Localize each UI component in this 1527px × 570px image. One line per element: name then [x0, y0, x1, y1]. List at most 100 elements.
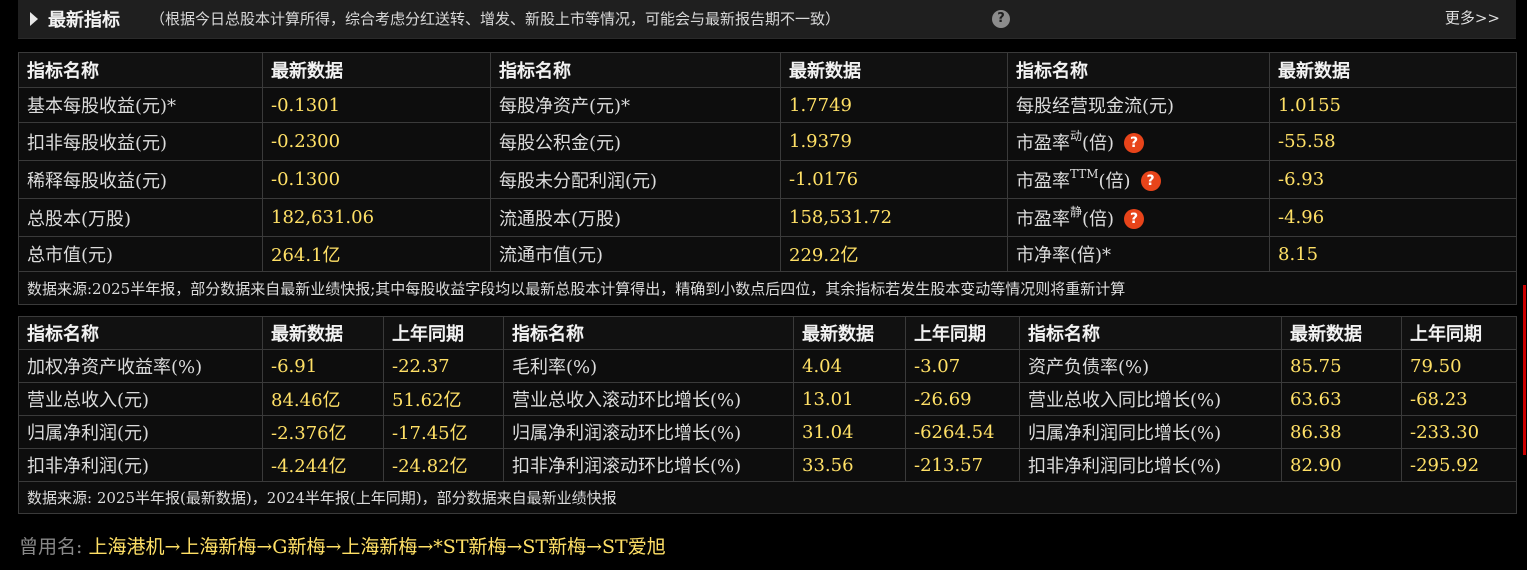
indicator-name: 归属净利润(元) [18, 415, 263, 449]
indicator-value: 182,631.06 [262, 198, 491, 237]
column-header: 指标名称 [18, 52, 263, 88]
column-header: 上年同期 [383, 316, 504, 350]
pe-label-superscript: 动 [1070, 128, 1083, 143]
column-header: 最新数据 [793, 316, 906, 350]
indicator-name: 流通市值(元) [490, 236, 781, 272]
latest-value: 86.38 [1281, 415, 1402, 449]
table-header-row: 指标名称 最新数据 上年同期 指标名称 最新数据 上年同期 指标名称 最新数据 上年同期 [18, 316, 1517, 350]
indicator-value: -6.93 [1269, 160, 1517, 199]
latest-value: 85.75 [1281, 349, 1402, 383]
indicator-name: 每股净资产(元)* [490, 87, 781, 123]
indicator-name: 扣非净利润(元) [18, 448, 263, 482]
section-title: 最新指标 [48, 10, 120, 31]
latest-value: 82.90 [1281, 448, 1402, 482]
indicator-value: -0.2300 [262, 122, 491, 161]
indicator-name: 资产负债率(%) [1019, 349, 1282, 383]
table-header-row: 指标名称 最新数据 指标名称 最新数据 指标名称 最新数据 [18, 52, 1517, 88]
column-header: 指标名称 [503, 316, 794, 350]
column-header: 最新数据 [1269, 52, 1517, 88]
prior-year-value: 51.62亿 [383, 382, 504, 416]
pe-label-unit: (倍) [1098, 170, 1131, 192]
table-row: 加权净资产收益率(%) -6.91 -22.37 毛利率(%) 4.04 -3.07 资产负… [18, 349, 1517, 383]
indicator-name: 流通股本(万股) [490, 198, 781, 237]
latest-value: 63.63 [1281, 382, 1402, 416]
latest-value: 13.01 [793, 382, 906, 416]
help-icon[interactable]: ? [1124, 208, 1145, 229]
indicator-name: 每股公积金(元) [490, 122, 781, 161]
prior-year-value: -6264.54 [905, 415, 1020, 449]
indicator-name: 总股本(万股) [18, 198, 263, 237]
indicator-name: 每股经营现金流(元) [1007, 87, 1270, 123]
prior-year-value: -22.37 [383, 349, 504, 383]
indicator-name: 营业总收入滚动环比增长(%) [503, 382, 794, 416]
prior-year-value: 79.50 [1401, 349, 1517, 383]
latest-value: 33.56 [793, 448, 906, 482]
table-footnote-row: 数据来源: 2025半年报(最新数据)，2024半年报(上年同期)，部分数据来自… [18, 481, 1517, 514]
indicator-value: -55.58 [1269, 122, 1517, 161]
pe-label-unit: (倍) [1082, 132, 1115, 154]
indicator-name: 归属净利润同比增长(%) [1019, 415, 1282, 449]
former-names-label: 曾用名: [19, 536, 83, 558]
help-icon[interactable]: ? [1140, 170, 1161, 191]
indicator-value: -4.96 [1269, 198, 1517, 237]
indicator-name: 基本每股收益(元)* [18, 87, 263, 123]
column-header: 最新数据 [262, 316, 384, 350]
indicator-name: 扣非净利润同比增长(%) [1019, 448, 1282, 482]
indicator-value: 1.0155 [1269, 87, 1517, 123]
indicator-value: 158,531.72 [780, 198, 1008, 237]
indicator-name: 市净率(倍)* [1007, 236, 1270, 272]
indicator-name: 扣非每股收益(元) [18, 122, 263, 161]
indicator-name: 归属净利润滚动环比增长(%) [503, 415, 794, 449]
prior-year-value: -26.69 [905, 382, 1020, 416]
indicator-value: 1.9379 [780, 122, 1008, 161]
latest-indicators-table: 指标名称 最新数据 指标名称 最新数据 指标名称 最新数据 基本每股收益(元)*… [18, 52, 1517, 305]
help-icon[interactable]: ? [1124, 132, 1145, 153]
prior-year-value: -24.82亿 [383, 448, 504, 482]
indicator-name: 毛利率(%) [503, 349, 794, 383]
former-names-value: 上海港机→上海新梅→G新梅→上海新梅→*ST新梅→ST新梅→ST爱旭 [88, 536, 666, 558]
latest-value: 31.04 [793, 415, 906, 449]
latest-value: -4.244亿 [262, 448, 384, 482]
data-source-note: 数据来源:2025半年报，部分数据来自最新业绩快报;其中每股收益字段均以最新总股… [18, 271, 1517, 305]
table-row: 基本每股收益(元)* -0.1301 每股净资产(元)* 1.7749 每股经营… [18, 87, 1517, 123]
table-row: 扣非每股收益(元) -0.2300 每股公积金(元) 1.9379 市盈率动(倍… [18, 122, 1517, 161]
column-header: 最新数据 [262, 52, 491, 88]
scrollbar-indicator[interactable] [1523, 285, 1526, 455]
indicator-name: 每股未分配利润(元) [490, 160, 781, 199]
indicator-name: 稀释每股收益(元) [18, 160, 263, 199]
column-header: 指标名称 [1007, 52, 1270, 88]
section-header: 最新指标 （根据今日总股本计算所得，综合考虑分红送转、增发、新股上市等情况，可能… [18, 0, 1516, 39]
pe-label-text: 市盈率 [1016, 208, 1070, 230]
latest-value: 84.46亿 [262, 382, 384, 416]
column-header: 上年同期 [905, 316, 1020, 350]
indicator-name: 加权净资产收益率(%) [18, 349, 263, 383]
pe-ttm-label: 市盈率TTM(倍)? [1007, 160, 1270, 199]
growth-indicators-table: 指标名称 最新数据 上年同期 指标名称 最新数据 上年同期 指标名称 最新数据 上年同期 加权净… [18, 316, 1517, 514]
table-row: 扣非净利润(元) -4.244亿 -24.82亿 扣非净利润滚动环比增长(%) 33.5… [18, 448, 1517, 482]
prior-year-value: -295.92 [1401, 448, 1517, 482]
section-note: （根据今日总股本计算所得，综合考虑分红送转、增发、新股上市等情况，可能会与最新报… [150, 10, 841, 28]
column-header: 上年同期 [1401, 316, 1517, 350]
pe-label-text: 市盈率 [1016, 132, 1070, 154]
prior-year-value: -233.30 [1401, 415, 1517, 449]
indicator-name: 扣非净利润滚动环比增长(%) [503, 448, 794, 482]
caret-right-icon[interactable] [30, 12, 38, 26]
indicator-value: -0.1300 [262, 160, 491, 199]
column-header: 指标名称 [490, 52, 781, 88]
indicator-name: 总市值(元) [18, 236, 263, 272]
table-row: 稀释每股收益(元) -0.1300 每股未分配利润(元) -1.0176 市盈率… [18, 160, 1517, 199]
pe-static-label: 市盈率静(倍)? [1007, 198, 1270, 237]
table-row: 归属净利润(元) -2.376亿 -17.45亿 归属净利润滚动环比增长(%) 31.0… [18, 415, 1517, 449]
latest-value: -6.91 [262, 349, 384, 383]
former-names: 曾用名: 上海港机→上海新梅→G新梅→上海新梅→*ST新梅→ST新梅→ST爱旭 [19, 532, 666, 559]
pe-label-superscript: 静 [1070, 204, 1083, 219]
table-footnote-row: 数据来源:2025半年报，部分数据来自最新业绩快报;其中每股收益字段均以最新总股… [18, 271, 1517, 305]
pe-label-unit: (倍) [1082, 208, 1115, 230]
indicator-name: 营业总收入同比增长(%) [1019, 382, 1282, 416]
indicator-value: 264.1亿 [262, 236, 491, 272]
pe-label-superscript: TTM [1070, 166, 1099, 181]
more-link[interactable]: 更多>> [1445, 7, 1500, 28]
help-icon[interactable]: ? [992, 10, 1010, 28]
column-header: 最新数据 [1281, 316, 1402, 350]
indicator-value: 1.7749 [780, 87, 1008, 123]
